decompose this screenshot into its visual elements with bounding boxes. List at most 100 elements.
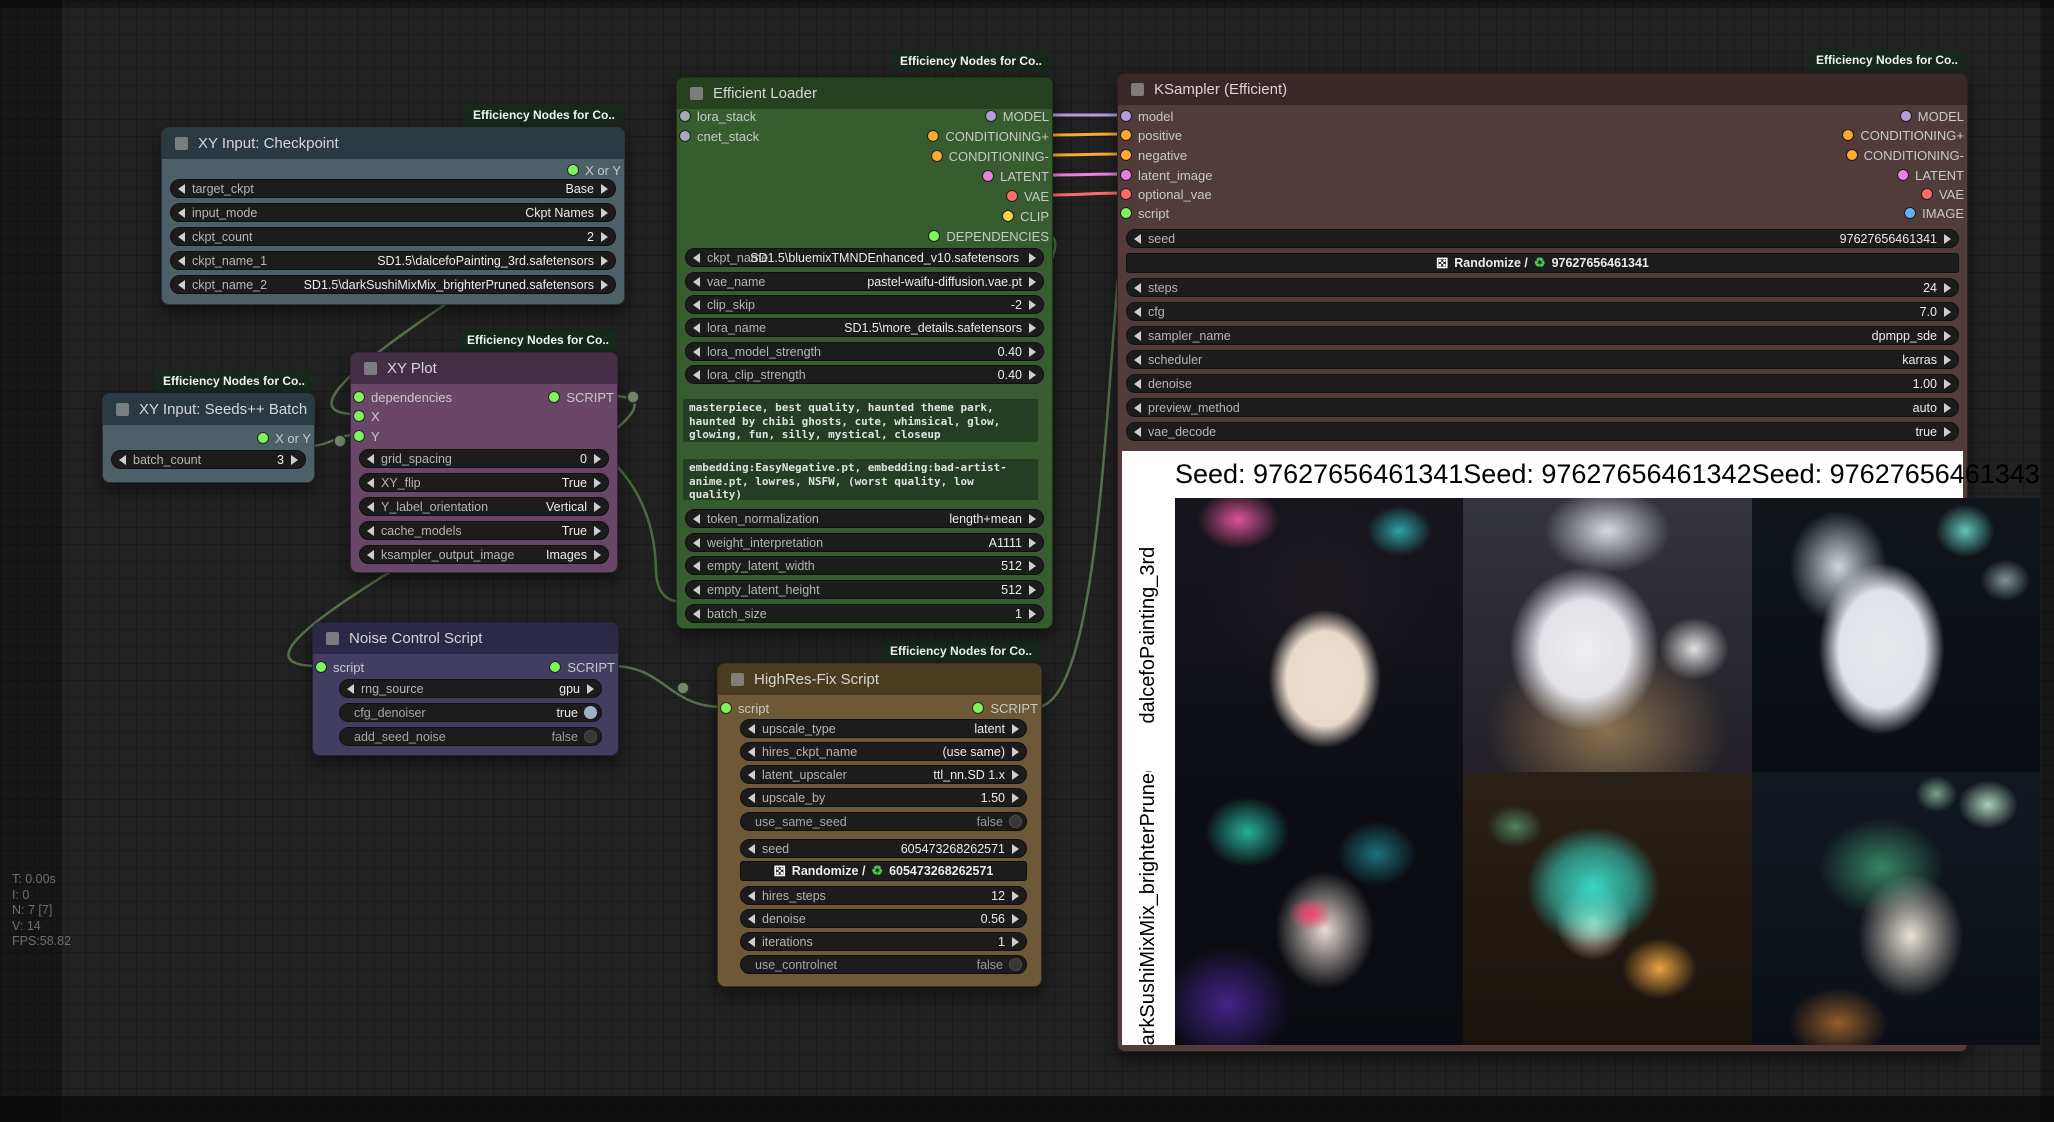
output-socket-icon[interactable]: [986, 111, 996, 121]
widget-lora-name[interactable]: lora_name SD1.5\more_details.safetensors: [685, 318, 1044, 337]
increment-arrow-icon[interactable]: [1029, 347, 1036, 357]
randomize-button[interactable]: ⚄ Randomize / ♻ 605473268262571: [740, 861, 1027, 881]
decrement-arrow-icon[interactable]: [1134, 403, 1141, 413]
widget-scheduler[interactable]: scheduler karras: [1126, 350, 1959, 369]
increment-arrow-icon[interactable]: [1012, 891, 1019, 901]
widget-use-controlnet[interactable]: use_controlnet false: [740, 955, 1027, 974]
increment-arrow-icon[interactable]: [1029, 370, 1036, 380]
output-socket-icon[interactable]: [973, 703, 983, 713]
input-optional-vae[interactable]: optional_vae: [1121, 186, 1212, 202]
input-socket-icon[interactable]: [354, 431, 364, 441]
negative-prompt-textarea[interactable]: embedding:EasyNegative.pt, embedding:bad…: [683, 459, 1038, 500]
widget-ckpt-count[interactable]: ckpt_count 2: [170, 227, 616, 246]
input-socket-icon[interactable]: [680, 111, 690, 121]
widget-vae-name[interactable]: vae_name pastel-waifu-diffusion.vae.pt: [685, 272, 1044, 291]
increment-arrow-icon[interactable]: [1029, 253, 1036, 263]
decrement-arrow-icon[interactable]: [1134, 234, 1141, 244]
input-socket-icon[interactable]: [354, 392, 364, 402]
increment-arrow-icon[interactable]: [1944, 234, 1951, 244]
decrement-arrow-icon[interactable]: [748, 937, 755, 947]
input-socket-icon[interactable]: [1121, 111, 1131, 121]
node-header[interactable]: HighRes-Fix Script: [718, 664, 1041, 695]
decrement-arrow-icon[interactable]: [693, 561, 700, 571]
widget-ckpt-name-2[interactable]: ckpt_name_2 SD1.5\darkSushiMixMix_bright…: [170, 275, 616, 294]
increment-arrow-icon[interactable]: [594, 454, 601, 464]
decrement-arrow-icon[interactable]: [367, 526, 374, 536]
widget-token-normalization[interactable]: token_normalization length+mean: [685, 509, 1044, 528]
input-script[interactable]: script: [1121, 205, 1169, 221]
output-script[interactable]: SCRIPT: [549, 389, 614, 405]
decrement-arrow-icon[interactable]: [693, 538, 700, 548]
increment-arrow-icon[interactable]: [1944, 427, 1951, 437]
widget-use-same-seed[interactable]: use_same_seed false: [740, 812, 1027, 831]
output-vae[interactable]: VAE: [1922, 186, 1964, 202]
input-negative[interactable]: negative: [1121, 147, 1187, 163]
widget-denoise[interactable]: denoise 1.00: [1126, 374, 1959, 393]
output-clip[interactable]: CLIP: [1003, 208, 1049, 224]
widget-empty-latent-width[interactable]: empty_latent_width 512: [685, 556, 1044, 575]
increment-arrow-icon[interactable]: [1012, 844, 1019, 854]
widget-iterations[interactable]: iterations 1: [740, 932, 1027, 951]
output-vae[interactable]: VAE: [1007, 188, 1049, 204]
widget-lora-clip-strength[interactable]: lora_clip_strength 0.40: [685, 365, 1044, 384]
increment-arrow-icon[interactable]: [601, 256, 608, 266]
decrement-arrow-icon[interactable]: [748, 914, 755, 924]
widget-empty-latent-height[interactable]: empty_latent_height 512: [685, 580, 1044, 599]
input-socket-icon[interactable]: [1121, 189, 1131, 199]
output-socket-icon[interactable]: [928, 131, 938, 141]
output-conditioning-negative[interactable]: CONDITIONING-: [1847, 147, 1964, 163]
output-model[interactable]: MODEL: [1901, 108, 1964, 124]
decrement-arrow-icon[interactable]: [693, 370, 700, 380]
widget-add-seed-noise[interactable]: add_seed_noise false: [339, 727, 602, 746]
node-header[interactable]: KSampler (Efficient): [1118, 74, 1967, 105]
decrement-arrow-icon[interactable]: [1134, 307, 1141, 317]
decrement-arrow-icon[interactable]: [748, 724, 755, 734]
input-script[interactable]: script: [316, 659, 364, 675]
decrement-arrow-icon[interactable]: [1134, 427, 1141, 437]
collapse-icon[interactable]: [326, 632, 339, 645]
widget-batch-count[interactable]: batch_count 3: [111, 450, 306, 469]
decrement-arrow-icon[interactable]: [748, 891, 755, 901]
widget-hires-denoise[interactable]: denoise 0.56: [740, 909, 1027, 928]
widget-grid-spacing[interactable]: grid_spacing 0: [359, 449, 609, 468]
increment-arrow-icon[interactable]: [1029, 609, 1036, 619]
widget-vae-decode[interactable]: vae_decode true: [1126, 422, 1959, 441]
input-x[interactable]: X: [354, 408, 380, 424]
increment-arrow-icon[interactable]: [1029, 300, 1036, 310]
input-socket-icon[interactable]: [680, 131, 690, 141]
widget-hires-steps[interactable]: hires_steps 12: [740, 886, 1027, 905]
input-socket-icon[interactable]: [316, 662, 326, 672]
widget-seed[interactable]: seed 97627656461341: [1126, 229, 1959, 248]
decrement-arrow-icon[interactable]: [367, 502, 374, 512]
increment-arrow-icon[interactable]: [1012, 793, 1019, 803]
widget-cfg[interactable]: cfg 7.0: [1126, 302, 1959, 321]
decrement-arrow-icon[interactable]: [748, 770, 755, 780]
output-conditioning-negative[interactable]: CONDITIONING-: [932, 148, 1049, 164]
input-socket-icon[interactable]: [1121, 130, 1131, 140]
increment-arrow-icon[interactable]: [1944, 379, 1951, 389]
output-socket-icon[interactable]: [549, 392, 559, 402]
increment-arrow-icon[interactable]: [1012, 747, 1019, 757]
output-socket-icon[interactable]: [932, 151, 942, 161]
output-socket-icon[interactable]: [1003, 211, 1013, 221]
output-socket-icon[interactable]: [929, 231, 939, 241]
input-model[interactable]: model: [1121, 108, 1173, 124]
widget-y-label-orientation[interactable]: Y_label_orientation Vertical: [359, 497, 609, 516]
node-header[interactable]: XY Input: Seeds++ Batch: [103, 394, 314, 425]
node-header[interactable]: XY Plot: [351, 353, 617, 384]
decrement-arrow-icon[interactable]: [178, 184, 185, 194]
widget-batch-size[interactable]: batch_size 1: [685, 604, 1044, 623]
widget-latent-upscaler[interactable]: latent_upscaler ttl_nn.SD 1.x: [740, 765, 1027, 784]
output-latent[interactable]: LATENT: [983, 168, 1049, 184]
input-cnet-stack[interactable]: cnet_stack: [680, 128, 759, 144]
decrement-arrow-icon[interactable]: [1134, 355, 1141, 365]
toggle-on-icon[interactable]: [584, 706, 597, 719]
decrement-arrow-icon[interactable]: [693, 253, 700, 263]
widget-clip-skip[interactable]: clip_skip -2: [685, 295, 1044, 314]
increment-arrow-icon[interactable]: [1944, 331, 1951, 341]
collapse-icon[interactable]: [1131, 83, 1144, 96]
widget-ksampler-output-image[interactable]: ksampler_output_image Images: [359, 545, 609, 564]
toggle-off-icon[interactable]: [1009, 958, 1022, 971]
decrement-arrow-icon[interactable]: [693, 323, 700, 333]
increment-arrow-icon[interactable]: [601, 184, 608, 194]
